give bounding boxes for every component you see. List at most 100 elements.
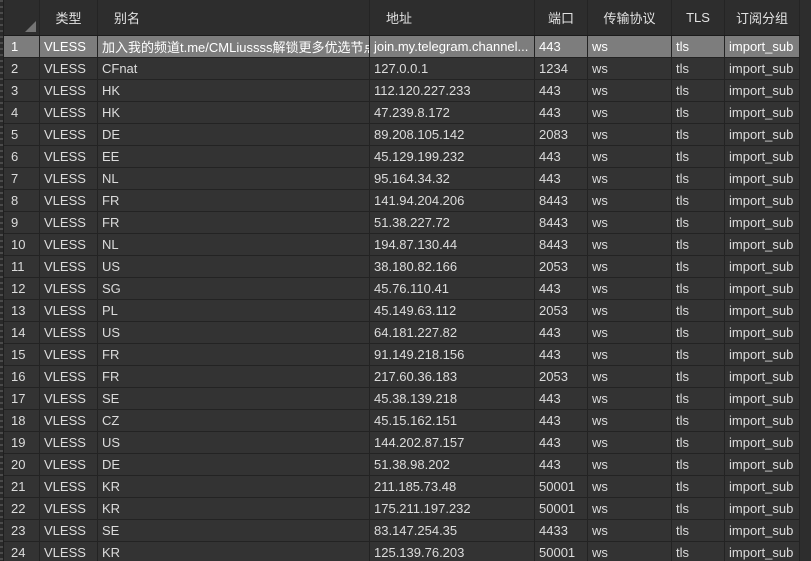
cell-transport: ws <box>588 454 672 475</box>
row-number-cell[interactable]: 10 <box>4 234 40 255</box>
cell-alias: EE <box>98 146 370 167</box>
table-row[interactable]: 18 VLESS CZ 45.15.162.151 443 ws tls imp… <box>4 410 800 432</box>
cell-port: 8443 <box>535 234 588 255</box>
table-row[interactable]: 14 VLESS US 64.181.227.82 443 ws tls imp… <box>4 322 800 344</box>
cell-port: 443 <box>535 432 588 453</box>
table-row[interactable]: 17 VLESS SE 45.38.139.218 443 ws tls imp… <box>4 388 800 410</box>
cell-tls: tls <box>672 454 725 475</box>
cell-address: 211.185.73.48 <box>370 476 535 497</box>
row-number-cell[interactable]: 20 <box>4 454 40 475</box>
table-row[interactable]: 15 VLESS FR 91.149.218.156 443 ws tls im… <box>4 344 800 366</box>
cell-group: import_sub <box>725 432 800 453</box>
row-number-cell[interactable]: 19 <box>4 432 40 453</box>
table-row[interactable]: 2 VLESS CFnat 127.0.0.1 1234 ws tls impo… <box>4 58 800 80</box>
row-number-cell[interactable]: 21 <box>4 476 40 497</box>
row-number-cell[interactable]: 6 <box>4 146 40 167</box>
row-number-cell[interactable]: 12 <box>4 278 40 299</box>
cell-alias: CFnat <box>98 58 370 79</box>
table-row[interactable]: 12 VLESS SG 45.76.110.41 443 ws tls impo… <box>4 278 800 300</box>
cell-transport: ws <box>588 146 672 167</box>
cell-tls: tls <box>672 410 725 431</box>
cell-transport: ws <box>588 102 672 123</box>
row-number-cell[interactable]: 18 <box>4 410 40 431</box>
table-row[interactable]: 20 VLESS DE 51.38.98.202 443 ws tls impo… <box>4 454 800 476</box>
table-row[interactable]: 24 VLESS KR 125.139.76.203 50001 ws tls … <box>4 542 800 561</box>
cell-tls: tls <box>672 520 725 541</box>
cell-transport: ws <box>588 542 672 561</box>
table-row[interactable]: 13 VLESS PL 45.149.63.112 2053 ws tls im… <box>4 300 800 322</box>
cell-port: 443 <box>535 344 588 365</box>
cell-type: VLESS <box>40 432 98 453</box>
cell-alias: HK <box>98 102 370 123</box>
cell-type: VLESS <box>40 344 98 365</box>
col-header-address[interactable]: 地址 <box>370 0 535 35</box>
row-number-cell[interactable]: 4 <box>4 102 40 123</box>
row-number-cell[interactable]: 14 <box>4 322 40 343</box>
cell-group: import_sub <box>725 388 800 409</box>
cell-group: import_sub <box>725 168 800 189</box>
cell-address: 125.139.76.203 <box>370 542 535 561</box>
table-row[interactable]: 21 VLESS KR 211.185.73.48 50001 ws tls i… <box>4 476 800 498</box>
table-header: 类型 别名 地址 端口 传输协议 TLS 订阅分组 <box>4 0 800 36</box>
cell-transport: ws <box>588 124 672 145</box>
cell-tls: tls <box>672 212 725 233</box>
cell-group: import_sub <box>725 498 800 519</box>
row-number-cell[interactable]: 13 <box>4 300 40 321</box>
cell-address: 144.202.87.157 <box>370 432 535 453</box>
table-row[interactable]: 4 VLESS HK 47.239.8.172 443 ws tls impor… <box>4 102 800 124</box>
cell-group: import_sub <box>725 344 800 365</box>
cell-transport: ws <box>588 278 672 299</box>
cell-type: VLESS <box>40 102 98 123</box>
row-number-cell[interactable]: 1 <box>4 36 40 57</box>
cell-group: import_sub <box>725 102 800 123</box>
table-row[interactable]: 10 VLESS NL 194.87.130.44 8443 ws tls im… <box>4 234 800 256</box>
row-number-cell[interactable]: 9 <box>4 212 40 233</box>
col-header-port[interactable]: 端口 <box>535 0 588 35</box>
row-number-cell[interactable]: 16 <box>4 366 40 387</box>
row-number-cell[interactable]: 22 <box>4 498 40 519</box>
cell-alias: HK <box>98 80 370 101</box>
cell-group: import_sub <box>725 212 800 233</box>
col-header-type[interactable]: 类型 <box>40 0 98 35</box>
cell-transport: ws <box>588 520 672 541</box>
cell-alias: FR <box>98 212 370 233</box>
row-number-cell[interactable]: 2 <box>4 58 40 79</box>
table-row[interactable]: 5 VLESS DE 89.208.105.142 2083 ws tls im… <box>4 124 800 146</box>
cell-address: 127.0.0.1 <box>370 58 535 79</box>
table-row[interactable]: 22 VLESS KR 175.211.197.232 50001 ws tls… <box>4 498 800 520</box>
cell-alias: US <box>98 322 370 343</box>
cell-type: VLESS <box>40 498 98 519</box>
table-row[interactable]: 23 VLESS SE 83.147.254.35 4433 ws tls im… <box>4 520 800 542</box>
cell-group: import_sub <box>725 80 800 101</box>
table-row[interactable]: 19 VLESS US 144.202.87.157 443 ws tls im… <box>4 432 800 454</box>
cell-port: 8443 <box>535 190 588 211</box>
select-all-corner[interactable] <box>4 0 40 35</box>
cell-type: VLESS <box>40 58 98 79</box>
row-number-cell[interactable]: 23 <box>4 520 40 541</box>
row-number-cell[interactable]: 15 <box>4 344 40 365</box>
cell-transport: ws <box>588 388 672 409</box>
table-row[interactable]: 11 VLESS US 38.180.82.166 2053 ws tls im… <box>4 256 800 278</box>
table-row[interactable]: 9 VLESS FR 51.38.227.72 8443 ws tls impo… <box>4 212 800 234</box>
table-row[interactable]: 8 VLESS FR 141.94.204.206 8443 ws tls im… <box>4 190 800 212</box>
col-header-group[interactable]: 订阅分组 <box>725 0 800 35</box>
table-row[interactable]: 16 VLESS FR 217.60.36.183 2053 ws tls im… <box>4 366 800 388</box>
row-number-cell[interactable]: 8 <box>4 190 40 211</box>
cell-group: import_sub <box>725 36 800 57</box>
row-number-cell[interactable]: 17 <box>4 388 40 409</box>
col-header-tls[interactable]: TLS <box>672 0 725 35</box>
cell-transport: ws <box>588 190 672 211</box>
col-header-transport[interactable]: 传输协议 <box>588 0 672 35</box>
cell-port: 443 <box>535 278 588 299</box>
table-row[interactable]: 7 VLESS NL 95.164.34.32 443 ws tls impor… <box>4 168 800 190</box>
row-number-cell[interactable]: 3 <box>4 80 40 101</box>
row-number-cell[interactable]: 7 <box>4 168 40 189</box>
table-row[interactable]: 6 VLESS EE 45.129.199.232 443 ws tls imp… <box>4 146 800 168</box>
table-row[interactable]: 3 VLESS HK 112.120.227.233 443 ws tls im… <box>4 80 800 102</box>
table-row[interactable]: 1 VLESS 加入我的频道t.me/CMLiussss解锁更多优选节点 joi… <box>4 36 800 58</box>
col-header-alias[interactable]: 别名 <box>98 0 370 35</box>
row-number-cell[interactable]: 11 <box>4 256 40 277</box>
row-number-cell[interactable]: 24 <box>4 542 40 561</box>
cell-type: VLESS <box>40 476 98 497</box>
row-number-cell[interactable]: 5 <box>4 124 40 145</box>
